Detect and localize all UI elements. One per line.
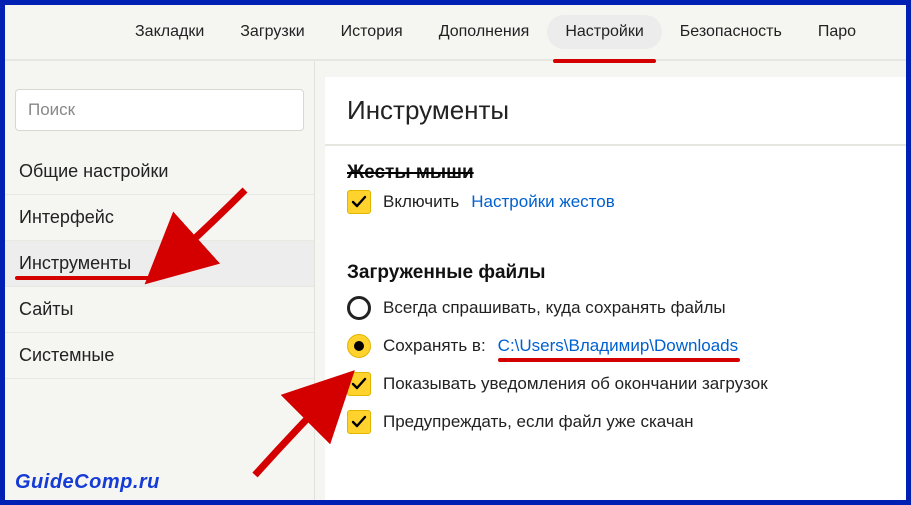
annotation-underline-icon	[15, 276, 150, 280]
gesture-settings-link[interactable]: Настройки жестов	[471, 192, 615, 212]
tab-addons[interactable]: Дополнения	[421, 15, 548, 49]
watermark: GuideComp.ru	[15, 471, 160, 494]
section-mouse-gestures-heading: Жесты мыши	[347, 162, 884, 184]
sidebar-item-tools[interactable]: Инструменты	[5, 241, 314, 287]
radio-always-ask[interactable]	[347, 296, 371, 320]
always-ask-label: Всегда спрашивать, куда сохранять файлы	[383, 298, 726, 318]
checkbox-warn-exists[interactable]	[347, 410, 371, 434]
divider	[325, 144, 906, 146]
sidebar-item-label: Инструменты	[19, 253, 131, 273]
check-icon	[351, 414, 367, 430]
sidebar-item-sites[interactable]: Сайты	[5, 287, 314, 333]
save-to-label: Сохранять в:	[383, 336, 486, 356]
checkbox-notify-complete[interactable]	[347, 372, 371, 396]
save-path-link[interactable]: C:\Users\Владимир\Downloads	[498, 336, 738, 355]
tab-security[interactable]: Безопасность	[662, 15, 800, 49]
checkbox-enable-gestures[interactable]	[347, 190, 371, 214]
warn-exists-label: Предупреждать, если файл уже скачан	[383, 412, 694, 432]
search-input[interactable]	[15, 89, 304, 131]
check-icon	[351, 194, 367, 210]
sidebar-item-interface[interactable]: Интерфейс	[5, 195, 314, 241]
settings-panel: Инструменты Жесты мыши Включить Настройк…	[325, 77, 906, 500]
radio-dot-icon	[354, 341, 364, 351]
tab-downloads[interactable]: Загрузки	[222, 15, 322, 49]
tab-history[interactable]: История	[323, 15, 421, 49]
top-tabs: Закладки Загрузки История Дополнения Нас…	[5, 5, 906, 61]
radio-save-to[interactable]	[347, 334, 371, 358]
enable-gestures-label: Включить	[383, 192, 459, 212]
sidebar-item-general[interactable]: Общие настройки	[5, 149, 314, 195]
notify-complete-label: Показывать уведомления об окончании загр…	[383, 374, 768, 394]
tab-bookmarks[interactable]: Закладки	[117, 15, 222, 49]
tab-settings[interactable]: Настройки	[547, 15, 661, 49]
sidebar-item-system[interactable]: Системные	[5, 333, 314, 379]
check-icon	[351, 376, 367, 392]
page-title: Инструменты	[347, 95, 884, 126]
sidebar-search	[15, 89, 304, 131]
tab-passwords[interactable]: Паро	[800, 15, 874, 49]
section-downloads-heading: Загруженные файлы	[347, 262, 884, 284]
settings-sidebar: Общие настройки Интерфейс Инструменты Са…	[5, 61, 315, 500]
